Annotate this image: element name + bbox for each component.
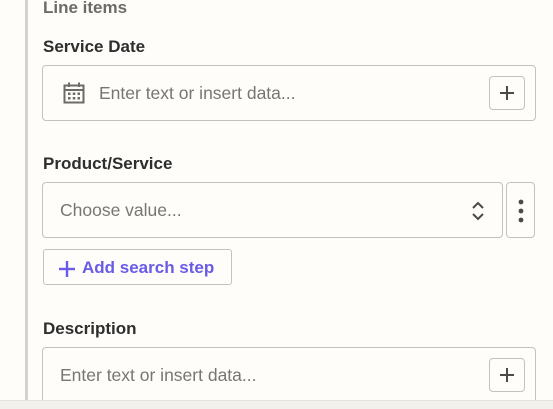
calendar-icon (62, 81, 86, 110)
service-date-field[interactable]: Enter text or insert data... (42, 65, 536, 121)
section-title: Line items (43, 0, 128, 17)
line-items-panel: Line items Service Date Enter text or in… (0, 0, 553, 409)
service-date-insert-button[interactable] (489, 76, 525, 110)
chevron-up-down-icon (471, 200, 485, 227)
plus-icon (59, 261, 75, 277)
service-date-placeholder: Enter text or insert data... (99, 83, 296, 103)
service-date-label: Service Date (43, 37, 146, 56)
product-service-select[interactable]: Choose value... (42, 182, 503, 238)
product-service-label: Product/Service (43, 154, 173, 173)
product-service-more-button[interactable] (506, 182, 535, 238)
description-field[interactable]: Enter text or insert data... (42, 347, 536, 403)
add-search-step-label: Add search step (82, 258, 215, 277)
left-divider (25, 0, 28, 400)
description-placeholder: Enter text or insert data... (60, 365, 257, 385)
product-service-placeholder: Choose value... (60, 200, 182, 220)
description-insert-button[interactable] (489, 358, 525, 392)
plus-icon (500, 368, 514, 382)
more-vertical-icon (518, 199, 524, 223)
description-label: Description (43, 319, 137, 338)
plus-icon (500, 86, 514, 100)
bottom-divider (0, 400, 553, 409)
add-search-step-button[interactable]: Add search step (43, 249, 232, 285)
